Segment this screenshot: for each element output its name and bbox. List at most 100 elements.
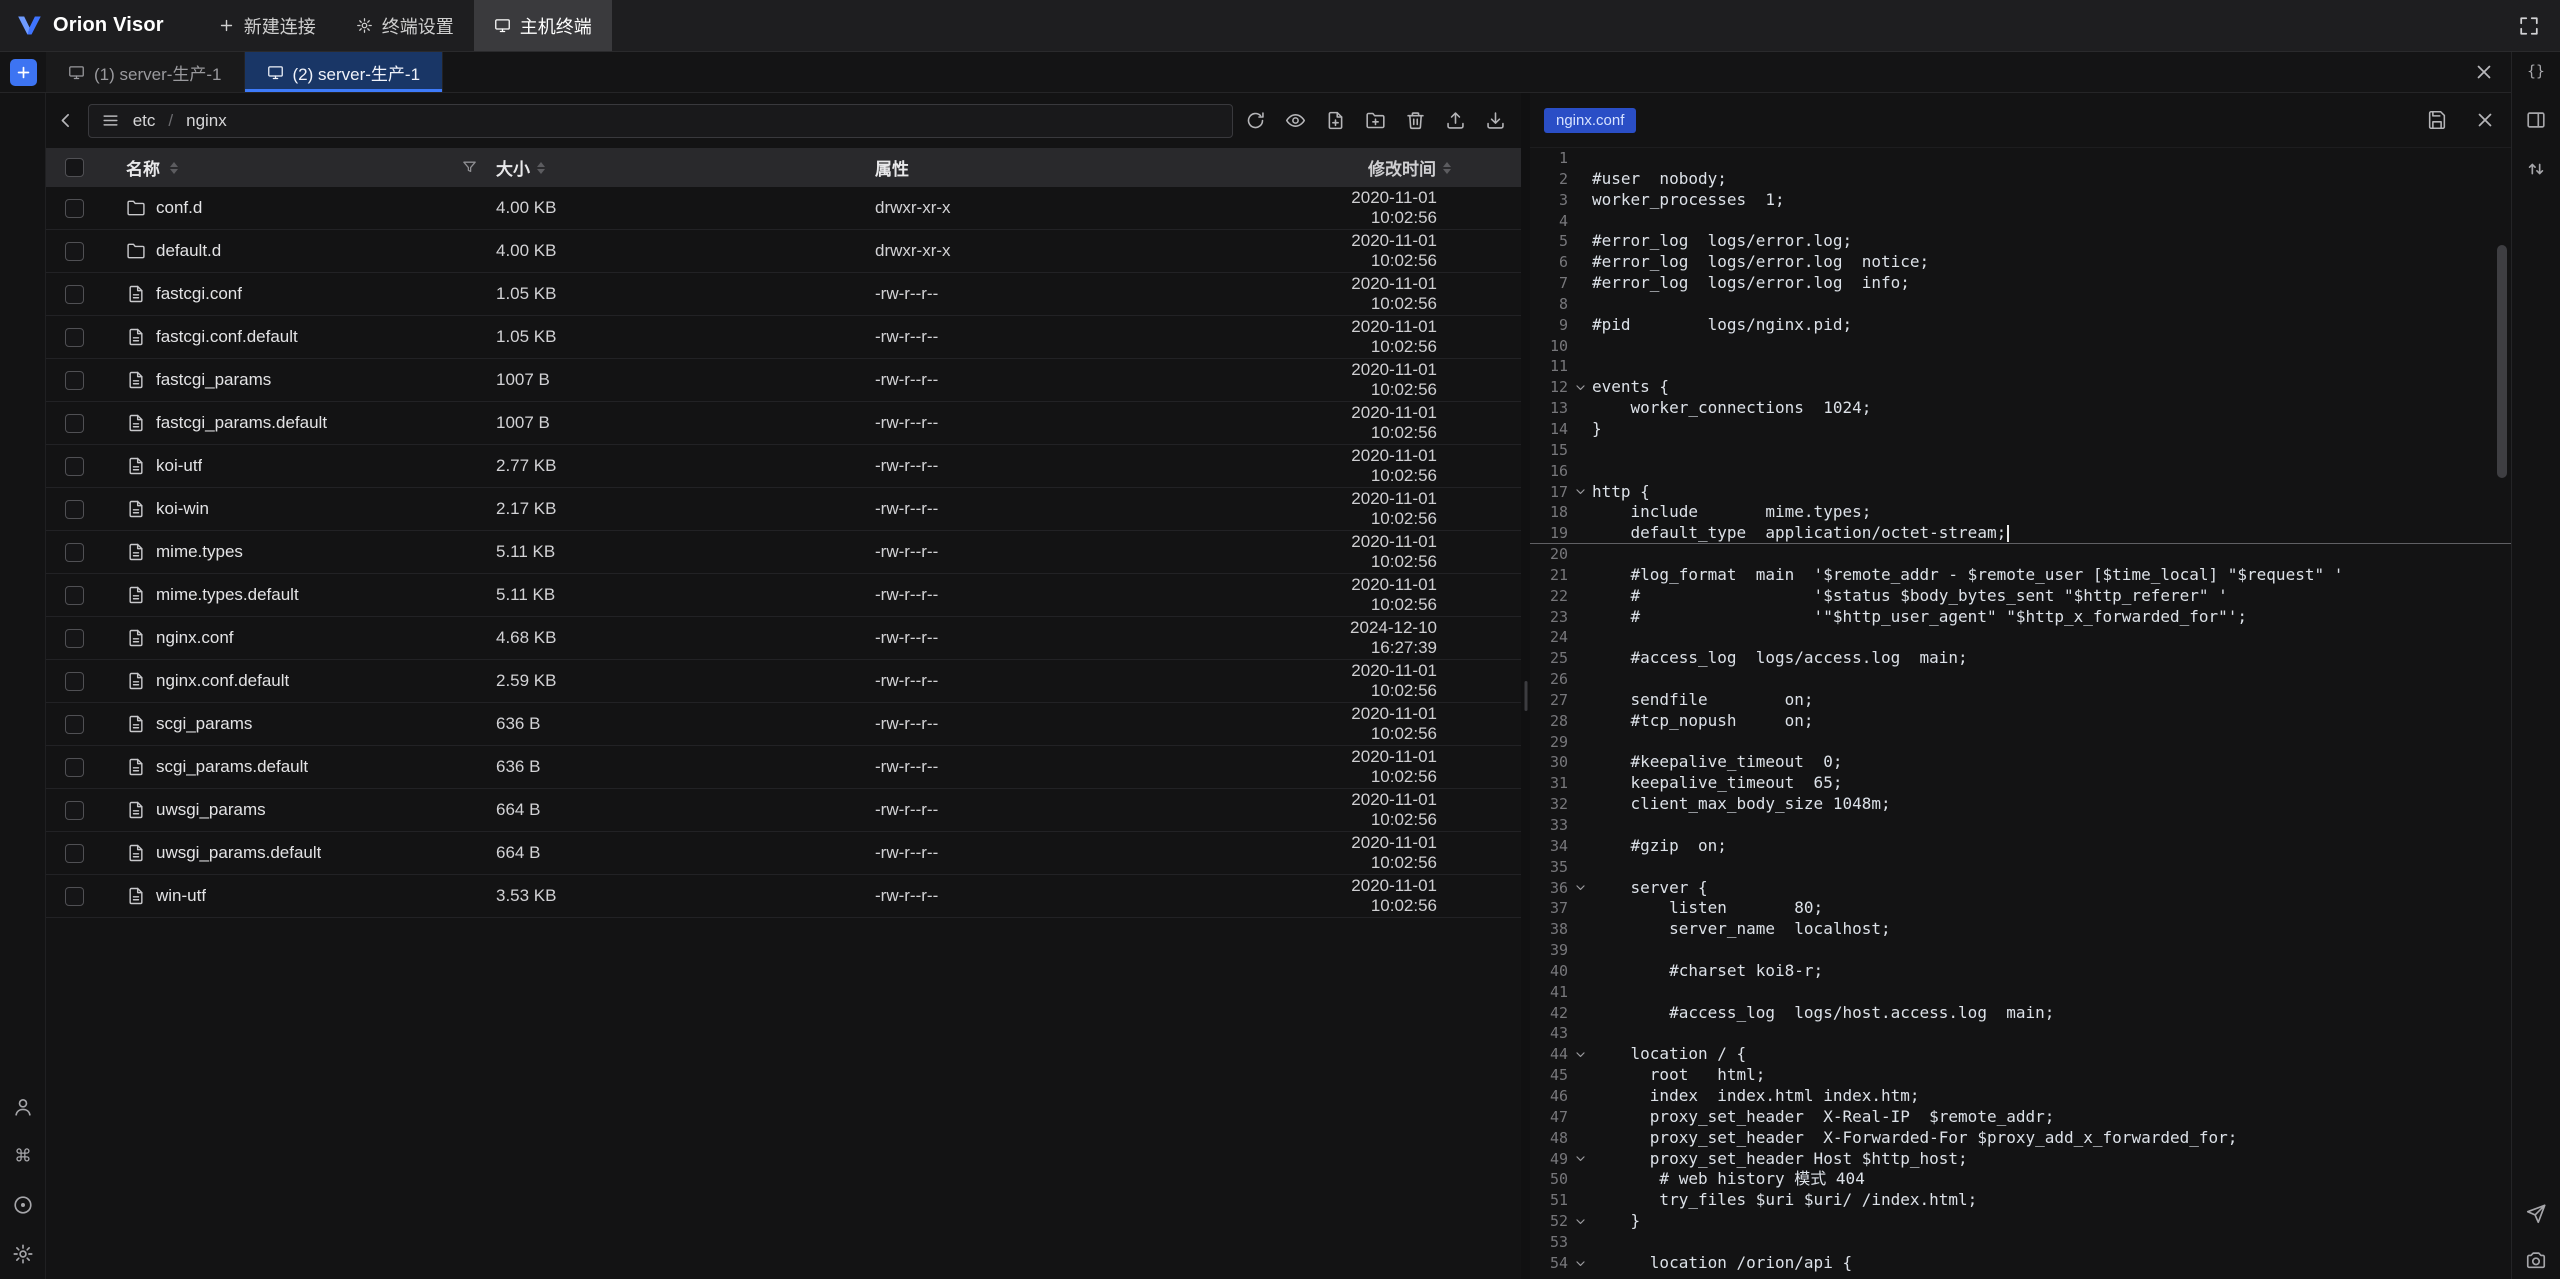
file-row[interactable]: nginx.conf.default2.59 KB-rw-r--r--2020-… <box>46 660 1521 703</box>
row-checkbox[interactable] <box>65 285 84 304</box>
code-line[interactable]: 2#user nobody; <box>1530 169 2511 190</box>
column-label-size[interactable]: 大小 <box>496 155 530 180</box>
editor-scrollbar[interactable] <box>2497 245 2507 478</box>
code-line[interactable]: 13 worker_connections 1024; <box>1530 398 2511 419</box>
code-line[interactable]: 14} <box>1530 419 2511 440</box>
code-line[interactable]: 8 <box>1530 294 2511 315</box>
code-line[interactable]: 53 <box>1530 1232 2511 1253</box>
file-row[interactable]: scgi_params.default636 B-rw-r--r--2020-1… <box>46 746 1521 789</box>
settings-icon[interactable] <box>12 1243 34 1265</box>
path-input[interactable]: etc / nginx <box>88 104 1233 138</box>
row-checkbox[interactable] <box>65 586 84 605</box>
code-line[interactable]: 18 include mime.types; <box>1530 502 2511 523</box>
select-all-checkbox[interactable] <box>65 158 84 177</box>
file-row[interactable]: uwsgi_params664 B-rw-r--r--2020-11-01 10… <box>46 789 1521 832</box>
row-checkbox[interactable] <box>65 672 84 691</box>
file-row[interactable]: uwsgi_params.default664 B-rw-r--r--2020-… <box>46 832 1521 875</box>
row-checkbox[interactable] <box>65 629 84 648</box>
sort-name-icon[interactable] <box>170 162 178 174</box>
braces-icon[interactable]: {} <box>2525 60 2547 82</box>
code-line[interactable]: 19 default_type application/octet-stream… <box>1530 523 2511 544</box>
row-checkbox[interactable] <box>65 457 84 476</box>
code-line[interactable]: 52 } <box>1530 1211 2511 1232</box>
code-line[interactable]: 9#pid logs/nginx.pid; <box>1530 315 2511 336</box>
file-row[interactable]: koi-win2.17 KB-rw-r--r--2020-11-01 10:02… <box>46 488 1521 531</box>
code-line[interactable]: 35 <box>1530 857 2511 878</box>
code-line[interactable]: 3worker_processes 1; <box>1530 190 2511 211</box>
user-icon[interactable] <box>12 1096 34 1118</box>
code-line[interactable]: 29 <box>1530 732 2511 753</box>
code-line[interactable]: 28 #tcp_nopush on; <box>1530 711 2511 732</box>
command-icon[interactable]: ⌘ <box>12 1145 34 1167</box>
code-line[interactable]: 10 <box>1530 336 2511 357</box>
code-line[interactable]: 50 # web history 模式 404 <box>1530 1169 2511 1190</box>
code-line[interactable]: 33 <box>1530 815 2511 836</box>
terminal-tab-1[interactable]: (1) server-生产-1 <box>46 52 245 92</box>
fullscreen-icon[interactable] <box>2518 15 2540 37</box>
file-row[interactable]: win-utf3.53 KB-rw-r--r--2020-11-01 10:02… <box>46 875 1521 918</box>
code-line[interactable]: 46 index index.html index.htm; <box>1530 1086 2511 1107</box>
code-line[interactable]: 34 #gzip on; <box>1530 836 2511 857</box>
code-line[interactable]: 24 <box>1530 627 2511 648</box>
close-editor-button[interactable] <box>2473 108 2497 132</box>
row-checkbox[interactable] <box>65 242 84 261</box>
editor-file-tab[interactable]: nginx.conf <box>1544 108 1636 133</box>
file-row[interactable]: koi-utf2.77 KB-rw-r--r--2020-11-01 10:02… <box>46 445 1521 488</box>
row-checkbox[interactable] <box>65 801 84 820</box>
sort-size-icon[interactable] <box>537 162 545 174</box>
row-checkbox[interactable] <box>65 543 84 562</box>
code-line[interactable]: 17http { <box>1530 482 2511 503</box>
column-label-name[interactable]: 名称 <box>126 155 160 180</box>
download-button[interactable] <box>1483 109 1507 133</box>
toggle-hidden-button[interactable] <box>1283 109 1307 133</box>
code-line[interactable]: 38 server_name localhost; <box>1530 919 2511 940</box>
code-line[interactable]: 51 try_files $uri $uri/ /index.html; <box>1530 1190 2511 1211</box>
code-line[interactable]: 40 #charset koi8-r; <box>1530 961 2511 982</box>
code-line[interactable]: 27 sendfile on; <box>1530 690 2511 711</box>
file-row[interactable]: mime.types5.11 KB-rw-r--r--2020-11-01 10… <box>46 531 1521 574</box>
fold-toggle-icon[interactable] <box>1568 1257 1592 1270</box>
list-icon[interactable] <box>101 111 120 130</box>
file-row[interactable]: scgi_params636 B-rw-r--r--2020-11-01 10:… <box>46 703 1521 746</box>
code-line[interactable]: 45 root html; <box>1530 1065 2511 1086</box>
fold-toggle-icon[interactable] <box>1568 881 1592 894</box>
code-line[interactable]: 16 <box>1530 461 2511 482</box>
panel-splitter[interactable] <box>1521 93 1530 1279</box>
back-button[interactable] <box>54 109 78 133</box>
code-line[interactable]: 5#error_log logs/error.log; <box>1530 231 2511 252</box>
row-checkbox[interactable] <box>65 414 84 433</box>
row-checkbox[interactable] <box>65 887 84 906</box>
code-line[interactable]: 6#error_log logs/error.log notice; <box>1530 252 2511 273</box>
code-line[interactable]: 44 location / { <box>1530 1044 2511 1065</box>
code-line[interactable]: 12events { <box>1530 377 2511 398</box>
row-checkbox[interactable] <box>65 199 84 218</box>
column-label-modified[interactable]: 修改时间 <box>1368 155 1436 180</box>
fold-toggle-icon[interactable] <box>1568 1152 1592 1165</box>
new-tab-button[interactable] <box>10 59 37 86</box>
row-checkbox[interactable] <box>65 500 84 519</box>
code-line[interactable]: 39 <box>1530 940 2511 961</box>
file-row[interactable]: default.d4.00 KBdrwxr-xr-x2020-11-01 10:… <box>46 230 1521 273</box>
theme-icon[interactable] <box>12 1194 34 1216</box>
code-line[interactable]: 49 proxy_set_header Host $http_host; <box>1530 1149 2511 1170</box>
code-line[interactable]: 15 <box>1530 440 2511 461</box>
code-line[interactable]: 23 # '"$http_user_agent" "$http_x_forwar… <box>1530 607 2511 628</box>
code-line[interactable]: 30 #keepalive_timeout 0; <box>1530 752 2511 773</box>
file-row[interactable]: fastcgi.conf1.05 KB-rw-r--r--2020-11-01 … <box>46 273 1521 316</box>
file-row[interactable]: fastcgi_params.default1007 B-rw-r--r--20… <box>46 402 1521 445</box>
fold-toggle-icon[interactable] <box>1568 381 1592 394</box>
panel-icon[interactable] <box>2525 109 2547 131</box>
screenshot-icon[interactable] <box>2525 1249 2547 1271</box>
code-line[interactable]: 21 #log_format main '$remote_addr - $rem… <box>1530 565 2511 586</box>
code-line[interactable]: 42 #access_log logs/host.access.log main… <box>1530 1003 2511 1024</box>
file-row[interactable]: fastcgi_params1007 B-rw-r--r--2020-11-01… <box>46 359 1521 402</box>
code-line[interactable]: 4 <box>1530 211 2511 232</box>
sort-vertical-icon[interactable] <box>2525 158 2547 180</box>
row-checkbox[interactable] <box>65 371 84 390</box>
terminal-tab-2[interactable]: (2) server-生产-1 <box>245 52 444 92</box>
menu-item-terminal-settings[interactable]: 终端设置 <box>336 0 474 51</box>
file-row[interactable]: fastcgi.conf.default1.05 KB-rw-r--r--202… <box>46 316 1521 359</box>
code-line[interactable]: 32 client_max_body_size 1048m; <box>1530 794 2511 815</box>
save-file-button[interactable] <box>2425 108 2449 132</box>
code-line[interactable]: 43 <box>1530 1023 2511 1044</box>
